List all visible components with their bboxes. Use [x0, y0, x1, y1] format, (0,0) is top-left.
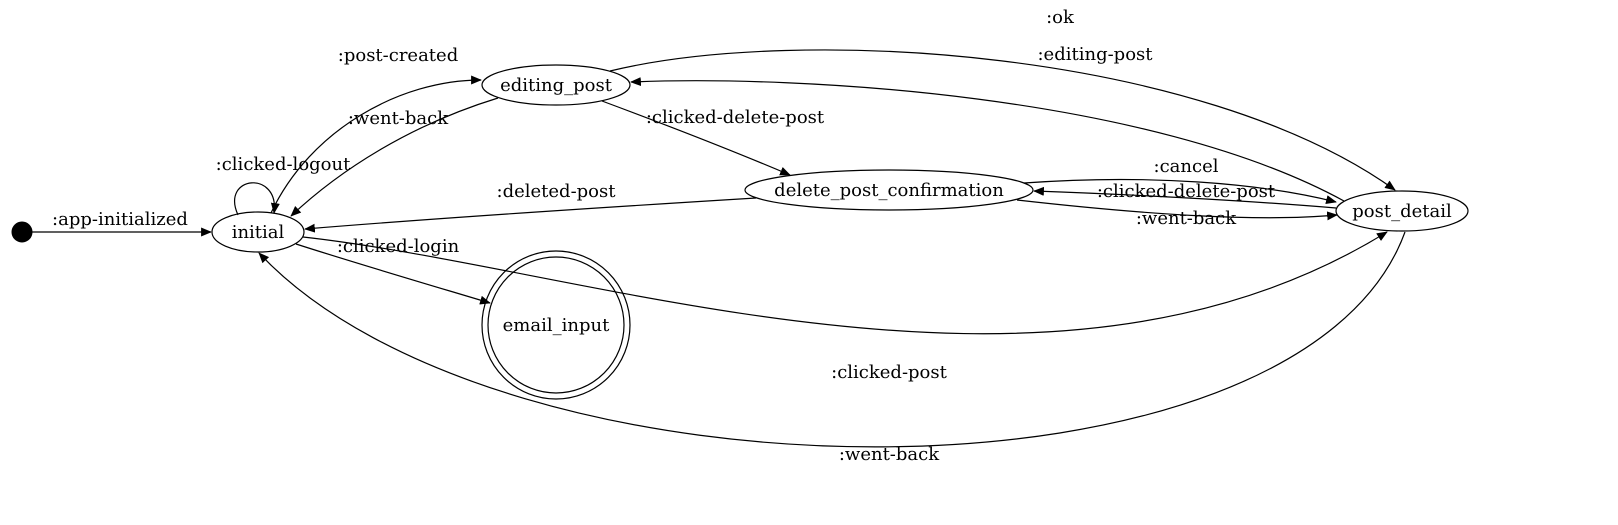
edge-deleted-post-label: :deleted-post: [497, 181, 617, 202]
edge-clicked-post-label: :clicked-post: [831, 362, 948, 383]
state-editing-post: editing_post: [482, 65, 630, 105]
edge-app-initialized-label: :app-initialized: [52, 209, 188, 230]
edge-clicked-delete-post-pd-label: :clicked-delete-post: [1097, 181, 1276, 202]
state-delete-post-confirmation-label: delete_post_confirmation: [774, 180, 1004, 201]
state-initial: initial: [212, 212, 304, 252]
edge-deleted-post: [305, 198, 756, 229]
edge-went-back-dpc-label: :went-back: [1136, 208, 1237, 229]
edge-editing-post-label: :editing-post: [1037, 44, 1153, 65]
state-diagram: initial editing_post email_input delete_…: [0, 0, 1618, 525]
edge-went-back-pd-label: :went-back: [839, 444, 940, 465]
edge-clicked-logout-label: :clicked-logout: [216, 154, 351, 175]
state-delete-post-confirmation: delete_post_confirmation: [745, 170, 1033, 210]
edge-cancel-label: :cancel: [1154, 156, 1219, 177]
state-initial-label: initial: [232, 222, 285, 243]
edge-clicked-delete-post-ep-label: :clicked-delete-post: [646, 107, 825, 128]
edge-post-created: [271, 80, 481, 213]
edge-went-back-ep-label: :went-back: [348, 108, 449, 129]
state-post-detail-label: post_detail: [1352, 201, 1452, 222]
edge-clicked-post: [303, 232, 1387, 334]
edge-clicked-logout: [235, 183, 275, 215]
edge-clicked-login-label: :clicked-login: [337, 236, 460, 257]
edge-post-created-label: :post-created: [338, 45, 458, 66]
edge-went-back-pd: [259, 232, 1405, 447]
state-editing-post-label: editing_post: [500, 75, 613, 96]
edge-ok-label: :ok: [1046, 7, 1075, 28]
state-start: [12, 222, 32, 242]
state-post-detail: post_detail: [1336, 191, 1468, 231]
state-email-input-label: email_input: [503, 315, 610, 336]
state-email-input: email_input: [482, 251, 630, 399]
